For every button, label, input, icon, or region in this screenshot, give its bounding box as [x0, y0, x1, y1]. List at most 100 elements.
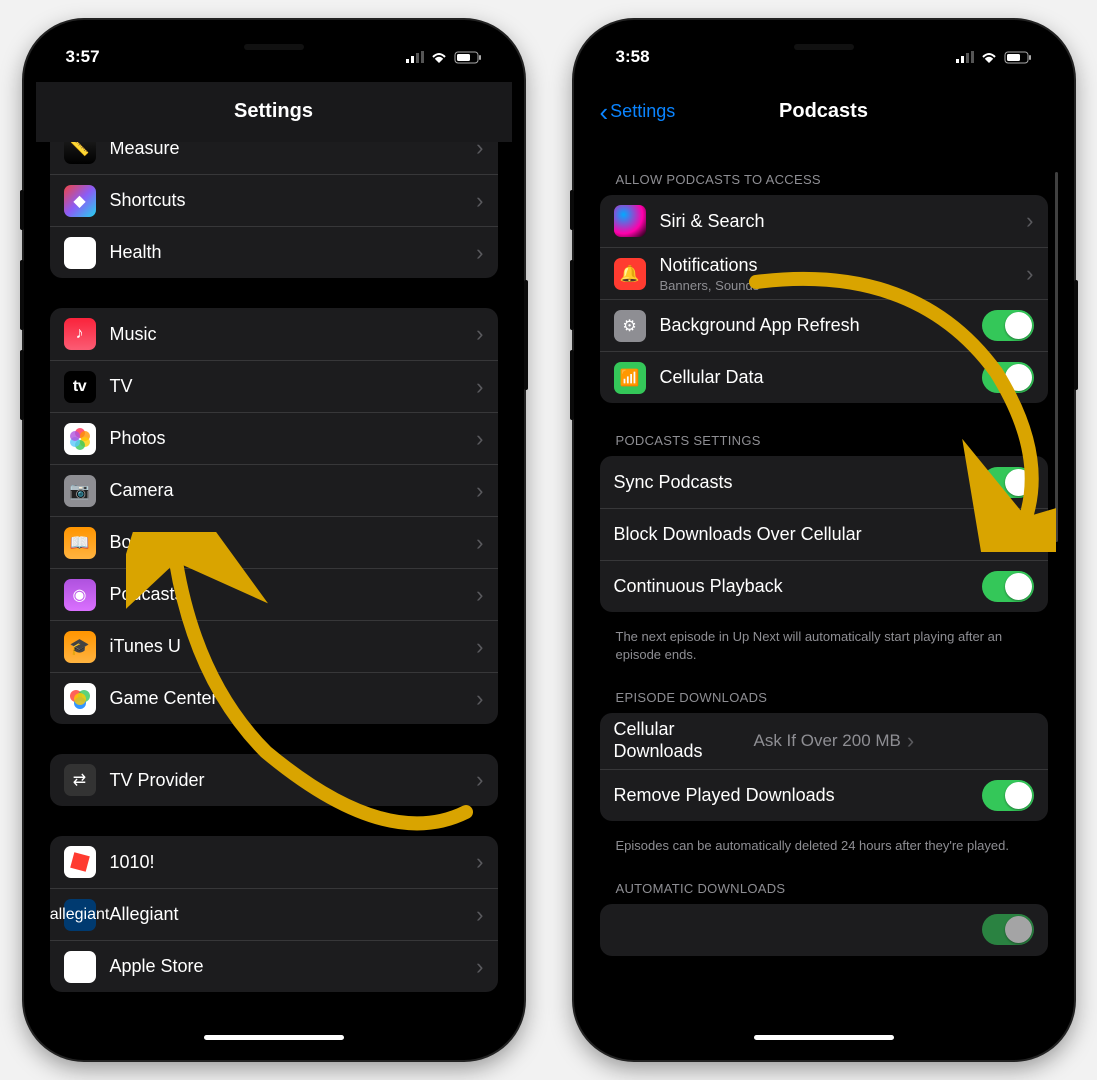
row-photos[interactable]: Photos ›	[50, 412, 498, 464]
row-label: Photos	[110, 428, 477, 449]
chevron-right-icon: ›	[476, 426, 483, 452]
row-automatic-item[interactable]	[600, 904, 1048, 956]
row-measure[interactable]: 📏 Measure ›	[50, 142, 498, 174]
chevron-right-icon: ›	[476, 142, 483, 161]
ringer-switch	[570, 190, 574, 230]
chevron-right-icon: ›	[476, 954, 483, 980]
scrollbar[interactable]	[1055, 172, 1058, 542]
gear-icon: ⚙	[614, 310, 646, 342]
status-time: 3:57	[66, 47, 100, 67]
row-background-refresh[interactable]: ⚙ Background App Refresh	[600, 299, 1048, 351]
measure-icon: 📏	[64, 142, 96, 164]
row-tv[interactable]: tv TV ›	[50, 360, 498, 412]
row-label: Notifications	[660, 255, 1027, 276]
shortcuts-icon: ◆	[64, 185, 96, 217]
row-label: TV	[110, 376, 477, 397]
row-detail: Ask If Over 200 MB	[754, 731, 901, 751]
row-sublabel: Banners, Sounds	[660, 278, 1027, 293]
home-indicator[interactable]	[754, 1035, 894, 1040]
row-label	[614, 919, 982, 940]
toggle-remove-played[interactable]	[982, 780, 1034, 811]
cellular-icon: 📶	[614, 362, 646, 394]
camera-icon: 📷	[64, 475, 96, 507]
chevron-right-icon: ›	[476, 478, 483, 504]
row-cellular-downloads[interactable]: Cellular Downloads Ask If Over 200 MB ›	[600, 713, 1048, 768]
podcasts-content[interactable]: ALLOW PODCASTS TO ACCESS Siri & Search ›…	[586, 142, 1062, 1048]
row-applestore[interactable]: Apple Store ›	[50, 940, 498, 992]
nav-header: Settings	[36, 82, 512, 142]
settings-group: 1010! › allegiant Allegiant › Apple Stor…	[50, 836, 498, 992]
home-indicator[interactable]	[204, 1035, 344, 1040]
nav-header: ‹ Settings Podcasts	[586, 82, 1062, 142]
episode-downloads-group: Cellular Downloads Ask If Over 200 MB › …	[600, 713, 1048, 820]
status-time: 3:58	[616, 47, 650, 67]
row-label: Remove Played Downloads	[614, 785, 982, 806]
row-allegiant[interactable]: allegiant Allegiant ›	[50, 888, 498, 940]
row-health[interactable]: ♥ Health ›	[50, 226, 498, 278]
row-remove-played[interactable]: Remove Played Downloads	[600, 769, 1048, 821]
row-label: iTunes U	[110, 636, 477, 657]
row-continuous-playback[interactable]: Continuous Playback	[600, 560, 1048, 612]
nav-title: Settings	[234, 100, 313, 123]
app-1010-icon	[64, 846, 96, 878]
battery-icon	[454, 51, 482, 64]
row-label: Books	[110, 532, 477, 553]
row-block-cellular[interactable]: Block Downloads Over Cellular	[600, 508, 1048, 560]
chevron-right-icon: ›	[1026, 261, 1033, 287]
photos-icon	[64, 423, 96, 455]
row-camera[interactable]: 📷 Camera ›	[50, 464, 498, 516]
music-icon: ♪	[64, 318, 96, 350]
row-label: Measure	[110, 142, 477, 159]
ringer-switch	[20, 190, 24, 230]
row-notifications[interactable]: 🔔 Notifications Banners, Sounds ›	[600, 247, 1048, 299]
chevron-right-icon: ›	[476, 902, 483, 928]
chevron-right-icon: ›	[476, 530, 483, 556]
row-1010[interactable]: 1010! ›	[50, 836, 498, 888]
row-music[interactable]: ♪ Music ›	[50, 308, 498, 360]
row-tv-provider[interactable]: ⇄ TV Provider ›	[50, 754, 498, 806]
back-button[interactable]: ‹ Settings	[600, 99, 676, 125]
row-label: Continuous Playback	[614, 576, 982, 597]
toggle-block-cellular[interactable]	[982, 519, 1034, 550]
tv-icon: tv	[64, 371, 96, 403]
row-siri-search[interactable]: Siri & Search ›	[600, 195, 1048, 247]
toggle-background-refresh[interactable]	[982, 310, 1034, 341]
row-books[interactable]: 📖 Books ›	[50, 516, 498, 568]
chevron-right-icon: ›	[476, 582, 483, 608]
row-label: Background App Refresh	[660, 315, 982, 336]
row-label: Apple Store	[110, 956, 477, 977]
chevron-left-icon: ‹	[600, 99, 609, 125]
chevron-right-icon: ›	[476, 767, 483, 793]
wifi-icon	[980, 51, 998, 64]
row-itunesu[interactable]: 🎓 iTunes U ›	[50, 620, 498, 672]
row-sync-podcasts[interactable]: Sync Podcasts	[600, 456, 1048, 508]
toggle-continuous-playback[interactable]	[982, 571, 1034, 602]
row-cellular-data[interactable]: 📶 Cellular Data	[600, 351, 1048, 403]
row-label: Cellular Data	[660, 367, 982, 388]
row-podcasts[interactable]: ◉ Podcasts ›	[50, 568, 498, 620]
section-footer: Episodes can be automatically deleted 24…	[600, 829, 1048, 855]
row-label: Sync Podcasts	[614, 472, 982, 493]
row-shortcuts[interactable]: ◆ Shortcuts ›	[50, 174, 498, 226]
chevron-right-icon: ›	[476, 188, 483, 214]
chevron-right-icon: ›	[476, 321, 483, 347]
volume-down	[570, 350, 574, 420]
siri-icon	[614, 205, 646, 237]
automatic-downloads-group	[600, 904, 1048, 956]
power-button	[1074, 280, 1078, 390]
toggle-automatic[interactable]	[982, 914, 1034, 945]
chevron-right-icon: ›	[476, 634, 483, 660]
toggle-sync-podcasts[interactable]	[982, 467, 1034, 498]
phone-right: 3:58 ‹ Settings Podcasts ALLOW PODCASTS …	[574, 20, 1074, 1060]
nav-title: Podcasts	[779, 100, 868, 123]
settings-group: ⇄ TV Provider ›	[50, 754, 498, 806]
row-gamecenter[interactable]: Game Center ›	[50, 672, 498, 724]
row-label: Cellular Downloads	[614, 719, 754, 762]
toggle-cellular-data[interactable]	[982, 362, 1034, 393]
settings-group: ♪ Music › tv TV ›	[50, 308, 498, 724]
notch	[739, 32, 909, 66]
access-group: Siri & Search › 🔔 Notifications Banners,…	[600, 195, 1048, 403]
row-label: Siri & Search	[660, 211, 1027, 232]
row-label: Health	[110, 242, 477, 263]
settings-content[interactable]: 📏 Measure › ◆ Shortcuts › ♥ Health ›	[36, 142, 512, 1048]
